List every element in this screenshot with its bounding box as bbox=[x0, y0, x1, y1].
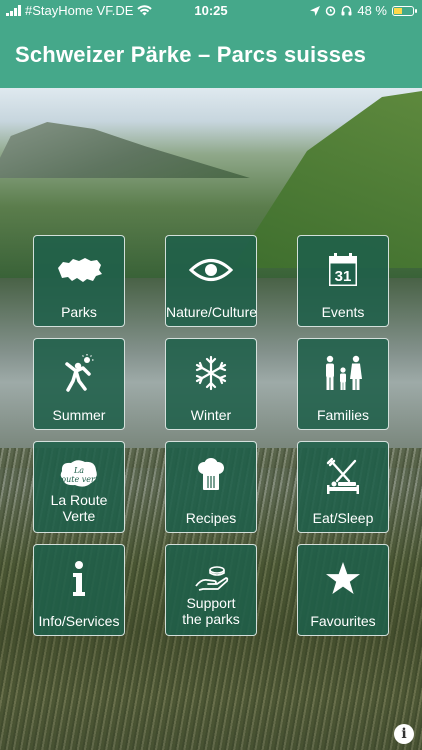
mountain-shape bbox=[0, 122, 250, 178]
star-icon bbox=[298, 559, 388, 599]
app-header: Schweizer Pärke – Parcs suisses bbox=[0, 22, 422, 88]
svg-text:Route verte: Route verte bbox=[59, 475, 99, 484]
tile-label: Favourites bbox=[310, 613, 376, 629]
tile-winter[interactable]: Winter bbox=[165, 338, 257, 430]
tile-label: Eat/Sleep bbox=[312, 510, 374, 526]
tile-families[interactable]: Families bbox=[297, 338, 389, 430]
calendar-icon: 31 bbox=[298, 250, 388, 290]
battery-icon bbox=[392, 5, 417, 16]
la-route-verte-logo: LaRoute verte bbox=[34, 454, 124, 494]
tile-eat-sleep[interactable]: Eat/Sleep bbox=[297, 441, 389, 533]
tile-label-line-2: the parks bbox=[182, 611, 240, 627]
snowflake-icon bbox=[166, 353, 256, 393]
hand-coin-icon bbox=[166, 557, 256, 597]
tile-parks[interactable]: Parks bbox=[33, 235, 125, 327]
chef-hat-icon bbox=[166, 456, 256, 496]
info-circle-icon[interactable]: i bbox=[394, 724, 414, 744]
tile-label: Info/Services bbox=[38, 613, 120, 629]
switzerland-map-icon bbox=[34, 250, 124, 290]
tile-recipes[interactable]: Recipes bbox=[165, 441, 257, 533]
tile-label: Families bbox=[316, 407, 370, 423]
page-title: Schweizer Pärke – Parcs suisses bbox=[15, 42, 367, 67]
tile-nature-culture[interactable]: Nature/Culture bbox=[165, 235, 257, 327]
tile-label: Parks bbox=[61, 304, 97, 320]
headphones-icon bbox=[341, 5, 352, 16]
tile-label: Events bbox=[321, 304, 365, 320]
alarm-icon bbox=[326, 6, 336, 16]
status-bar: #StayHome VF.DE 10:25 48 % bbox=[0, 0, 422, 22]
tile-label: Nature/Culture bbox=[166, 304, 258, 320]
family-icon bbox=[298, 353, 388, 393]
eye-icon bbox=[166, 250, 256, 290]
tile-label: Recipes bbox=[185, 510, 237, 526]
tile-label: La Route Verte bbox=[34, 492, 124, 524]
battery-percent: 48 % bbox=[357, 3, 387, 18]
info-icon bbox=[34, 559, 124, 599]
tile-label-line-1: Support bbox=[186, 595, 236, 611]
tile-label: Support the parks bbox=[166, 595, 256, 627]
tile-support-the-parks[interactable]: Support the parks bbox=[165, 544, 257, 636]
location-arrow-icon bbox=[310, 5, 321, 16]
tile-favourites[interactable]: Favourites bbox=[297, 544, 389, 636]
status-right: 48 % bbox=[310, 3, 417, 18]
menu-grid: Parks Nature/Culture 31 Events Summer Wi… bbox=[33, 235, 389, 636]
tile-summer[interactable]: Summer bbox=[33, 338, 125, 430]
tile-label: Summer bbox=[52, 407, 106, 423]
tile-la-route-verte[interactable]: LaRoute verte La Route Verte bbox=[33, 441, 125, 533]
summer-person-sun-icon bbox=[34, 353, 124, 393]
tile-label-line-1: La Route bbox=[50, 492, 108, 508]
tile-info-services[interactable]: Info/Services bbox=[33, 544, 125, 636]
tile-label-line-2: Verte bbox=[62, 508, 96, 524]
calendar-day-text: 31 bbox=[335, 268, 352, 285]
tile-events[interactable]: 31 Events bbox=[297, 235, 389, 327]
fork-knife-bed-icon bbox=[298, 456, 388, 496]
tile-label: Winter bbox=[190, 407, 232, 423]
svg-text:La: La bbox=[73, 466, 84, 475]
